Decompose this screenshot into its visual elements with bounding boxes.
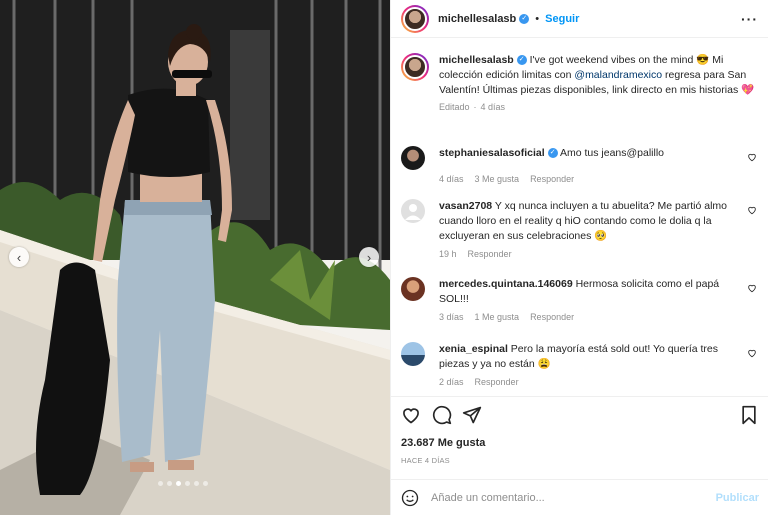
reply-button[interactable]: Responder	[475, 377, 519, 387]
carousel-dot	[158, 481, 163, 486]
more-options-icon[interactable]: ···	[741, 11, 758, 27]
publish-button[interactable]: Publicar	[716, 492, 759, 504]
comment-item: xenia_espinal Pero la mayoría está sold …	[401, 342, 759, 387]
post-photo[interactable]: ‹ ›	[0, 0, 390, 515]
post-detail-panel: michellesalasb ✓ • Seguir ··· michellesa…	[390, 0, 768, 515]
comments-list[interactable]: michellesalasb ✓ I've got weekend vibes o…	[391, 39, 768, 395]
caption-mention[interactable]: @malandramexico	[574, 69, 662, 81]
separator-dot: •	[535, 12, 540, 25]
follow-button[interactable]: Seguir	[545, 13, 579, 25]
action-icons-bar	[401, 405, 759, 427]
save-bookmark-icon[interactable]	[739, 405, 759, 425]
comment-likes[interactable]: 3 Me gusta	[475, 174, 520, 184]
comment-avatar[interactable]	[401, 146, 425, 170]
comment-item: stephaniesalasoficial ✓ Amo tus jeans@pal…	[401, 146, 759, 184]
like-count[interactable]: 23.687 Me gusta	[401, 437, 485, 449]
carousel-dot	[167, 481, 172, 486]
carousel-dot	[185, 481, 190, 486]
comment-avatar[interactable]	[401, 342, 425, 366]
carousel-indicator	[158, 481, 208, 486]
carousel-prev-button[interactable]: ‹	[9, 247, 29, 267]
comment-bubble-icon[interactable]	[432, 405, 452, 425]
post-header: michellesalasb ✓ • Seguir ···	[391, 0, 768, 38]
caption: michellesalasb ✓ I've got weekend vibes o…	[401, 53, 759, 112]
like-comment-heart-icon[interactable]	[747, 205, 757, 215]
comment-avatar[interactable]	[401, 277, 425, 301]
comment-item: vasan2708 Y xq nunca incluyen a tu abuel…	[401, 199, 759, 259]
carousel-next-button[interactable]: ›	[359, 247, 379, 267]
comment-likes[interactable]: 1 Me gusta	[475, 312, 520, 322]
like-comment-heart-icon[interactable]	[747, 283, 757, 293]
carousel-dot	[176, 481, 181, 486]
author-username[interactable]: michellesalasb	[438, 13, 516, 25]
comment-username[interactable]: mercedes.quintana.146069	[439, 278, 573, 290]
comment-time: 4 días	[439, 174, 464, 184]
reply-button[interactable]: Responder	[530, 174, 574, 184]
default-avatar-icon	[405, 204, 421, 220]
comment-username[interactable]: vasan2708	[439, 200, 492, 212]
author-avatar[interactable]	[401, 4, 429, 33]
like-comment-heart-icon[interactable]	[747, 348, 757, 358]
share-send-icon[interactable]	[462, 405, 482, 425]
chevron-right-icon: ›	[366, 249, 372, 265]
verified-badge-icon: ✓	[519, 13, 530, 24]
reply-button[interactable]: Responder	[468, 249, 512, 259]
comment-composer: Publicar	[391, 479, 768, 515]
caption-time: 4 días	[480, 102, 506, 112]
comment-time: 19 h	[439, 249, 457, 259]
caption-username[interactable]: michellesalasb	[439, 54, 514, 66]
like-comment-heart-icon[interactable]	[747, 152, 757, 162]
carousel-dot	[203, 481, 208, 486]
photo-illustration	[0, 0, 390, 515]
comment-username[interactable]: stephaniesalasoficial	[439, 147, 545, 159]
comment-avatar[interactable]	[401, 199, 425, 223]
post-actions: 23.687 Me gusta HACE 4 DÍAS Publicar	[391, 396, 768, 515]
carousel-dot	[194, 481, 199, 486]
caption-edited-label: Editado	[439, 102, 470, 112]
comment-text: Amo tus jeans@palillo	[557, 147, 665, 159]
verified-badge-icon: ✓	[547, 148, 558, 159]
verified-badge-icon: ✓	[516, 55, 527, 66]
comment-time: 3 días	[439, 312, 464, 322]
comment-username[interactable]: xenia_espinal	[439, 343, 508, 355]
like-heart-icon[interactable]	[401, 405, 421, 425]
emoji-icon[interactable]	[401, 489, 419, 507]
post-timestamp: HACE 4 DÍAS	[401, 456, 450, 465]
chevron-left-icon: ‹	[16, 249, 22, 265]
reply-button[interactable]: Responder	[530, 312, 574, 322]
comment-input[interactable]	[431, 492, 701, 504]
comment-time: 2 días	[439, 377, 464, 387]
comment-item: mercedes.quintana.146069 Hermosa solicit…	[401, 277, 759, 322]
caption-avatar[interactable]	[401, 53, 429, 81]
